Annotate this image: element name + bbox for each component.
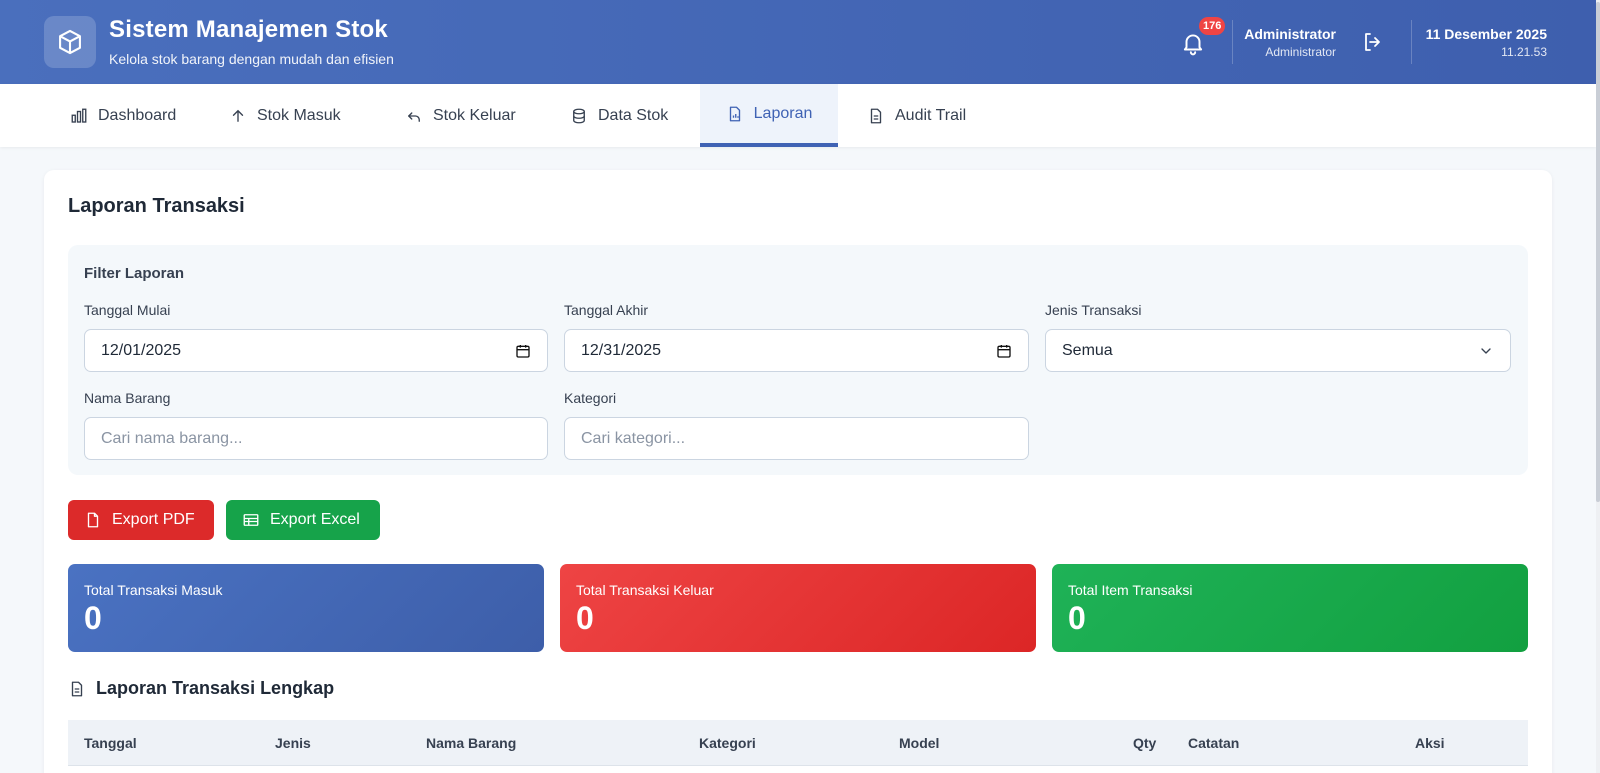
tab-stok-keluar[interactable]: Stok Keluar <box>391 84 530 147</box>
document-icon <box>870 108 882 123</box>
tab-stok-masuk[interactable]: Stok Masuk <box>215 84 355 147</box>
table-header: Tanggal Jenis Nama Barang Kategori Model… <box>68 720 1528 766</box>
spreadsheet-icon <box>243 514 259 526</box>
box-logo-icon <box>44 16 96 68</box>
export-pdf-button[interactable]: Export PDF <box>68 500 214 540</box>
end-date-input[interactable]: 12/31/2025 <box>564 329 1029 372</box>
column-header-tanggal[interactable]: Tanggal <box>84 735 137 751</box>
start-date-input[interactable]: 12/01/2025 <box>84 329 548 372</box>
stat-label: Total Transaksi Masuk <box>84 582 223 598</box>
user-role: Administrator <box>1265 45 1336 59</box>
column-header-kategori[interactable]: Kategori <box>699 735 756 751</box>
app-header: Sistem Manajemen Stok Kelola stok barang… <box>0 0 1596 84</box>
document-icon <box>71 681 83 696</box>
undo-arrow-icon <box>408 111 420 122</box>
start-date-label: Tanggal Mulai <box>84 302 171 318</box>
tab-label: Audit Trail <box>895 106 967 124</box>
transaction-type-label: Jenis Transaksi <box>1045 302 1142 318</box>
tab-label: Stok Masuk <box>257 106 341 124</box>
stat-value: 0 <box>1068 600 1086 636</box>
app-subtitle: Kelola stok barang dengan mudah dan efis… <box>109 51 394 67</box>
stat-label: Total Item Transaksi <box>1068 582 1193 598</box>
stat-value: 0 <box>576 600 594 636</box>
section-title: Laporan Transaksi Lengkap <box>68 678 334 699</box>
current-date: 11 Desember 2025 <box>1425 26 1547 42</box>
tab-label: Stok Keluar <box>433 106 516 124</box>
column-header-jenis[interactable]: Jenis <box>275 735 311 751</box>
export-excel-label: Export Excel <box>270 511 360 528</box>
filter-panel: Filter Laporan Tanggal Mulai 12/01/2025 … <box>68 245 1528 475</box>
main-nav: Dashboard Stok Masuk Stok Keluar Data St… <box>0 84 1596 147</box>
stat-card-outgoing: Total Transaksi Keluar 0 <box>560 564 1036 652</box>
category-placeholder: Cari kategori... <box>581 429 686 447</box>
chevron-down-icon <box>1481 347 1491 354</box>
item-name-input[interactable]: Cari nama barang... <box>84 417 548 460</box>
transaction-type-select[interactable]: Semua <box>1045 329 1511 372</box>
stat-card-incoming: Total Transaksi Masuk 0 <box>68 564 544 652</box>
tab-label: Laporan <box>753 104 813 122</box>
item-name-label: Nama Barang <box>84 390 171 406</box>
header-divider <box>1411 20 1412 64</box>
tab-label: Data Stok <box>598 106 669 124</box>
stat-value: 0 <box>84 600 102 636</box>
column-header-model[interactable]: Model <box>899 735 939 751</box>
transaction-type-value: Semua <box>1062 341 1113 359</box>
header-divider <box>1232 20 1233 64</box>
export-excel-button[interactable]: Export Excel <box>226 500 380 540</box>
tab-label: Dashboard <box>98 106 177 124</box>
database-icon <box>573 108 585 123</box>
column-header-aksi: Aksi <box>1415 735 1445 751</box>
filter-title: Filter Laporan <box>84 265 185 282</box>
page-title: Laporan Transaksi <box>68 195 245 217</box>
notification-badge: 176 <box>1199 17 1226 35</box>
report-icon <box>729 106 740 121</box>
user-name: Administrator <box>1244 26 1336 42</box>
app-title: Sistem Manajemen Stok <box>109 16 388 43</box>
tab-data-stok[interactable]: Data Stok <box>556 84 682 147</box>
current-time: 11.21.53 <box>1501 45 1547 59</box>
end-date-value: 12/31/2025 <box>581 341 662 359</box>
category-input[interactable]: Cari kategori... <box>564 417 1029 460</box>
calendar-icon[interactable] <box>996 343 1012 359</box>
column-header-qty[interactable]: Qty <box>1133 735 1156 751</box>
tab-laporan[interactable]: Laporan <box>700 84 838 147</box>
logout-icon[interactable] <box>1361 30 1385 54</box>
bar-chart-icon <box>71 108 87 123</box>
start-date-value: 12/01/2025 <box>101 341 182 359</box>
report-card: Laporan Transaksi Filter Laporan Tanggal… <box>44 170 1552 773</box>
stat-label: Total Transaksi Keluar <box>576 582 714 598</box>
column-header-nama-barang[interactable]: Nama Barang <box>426 735 516 751</box>
item-name-placeholder: Cari nama barang... <box>101 429 243 447</box>
file-icon <box>87 512 99 528</box>
stat-card-items: Total Item Transaksi 0 <box>1052 564 1528 652</box>
arrow-up-icon <box>232 109 244 122</box>
export-pdf-label: Export PDF <box>112 511 195 528</box>
scrollbar-thumb[interactable] <box>1596 2 1600 502</box>
category-label: Kategori <box>564 390 617 406</box>
tab-dashboard[interactable]: Dashboard <box>56 84 190 147</box>
end-date-label: Tanggal Akhir <box>564 302 649 318</box>
column-header-catatan[interactable]: Catatan <box>1188 735 1239 751</box>
calendar-icon[interactable] <box>515 343 531 359</box>
section-title-label: Laporan Transaksi Lengkap <box>96 678 335 698</box>
tab-audit-trail[interactable]: Audit Trail <box>853 84 980 147</box>
page-scrollbar[interactable] <box>1596 0 1600 773</box>
bell-icon[interactable] <box>1180 30 1206 56</box>
